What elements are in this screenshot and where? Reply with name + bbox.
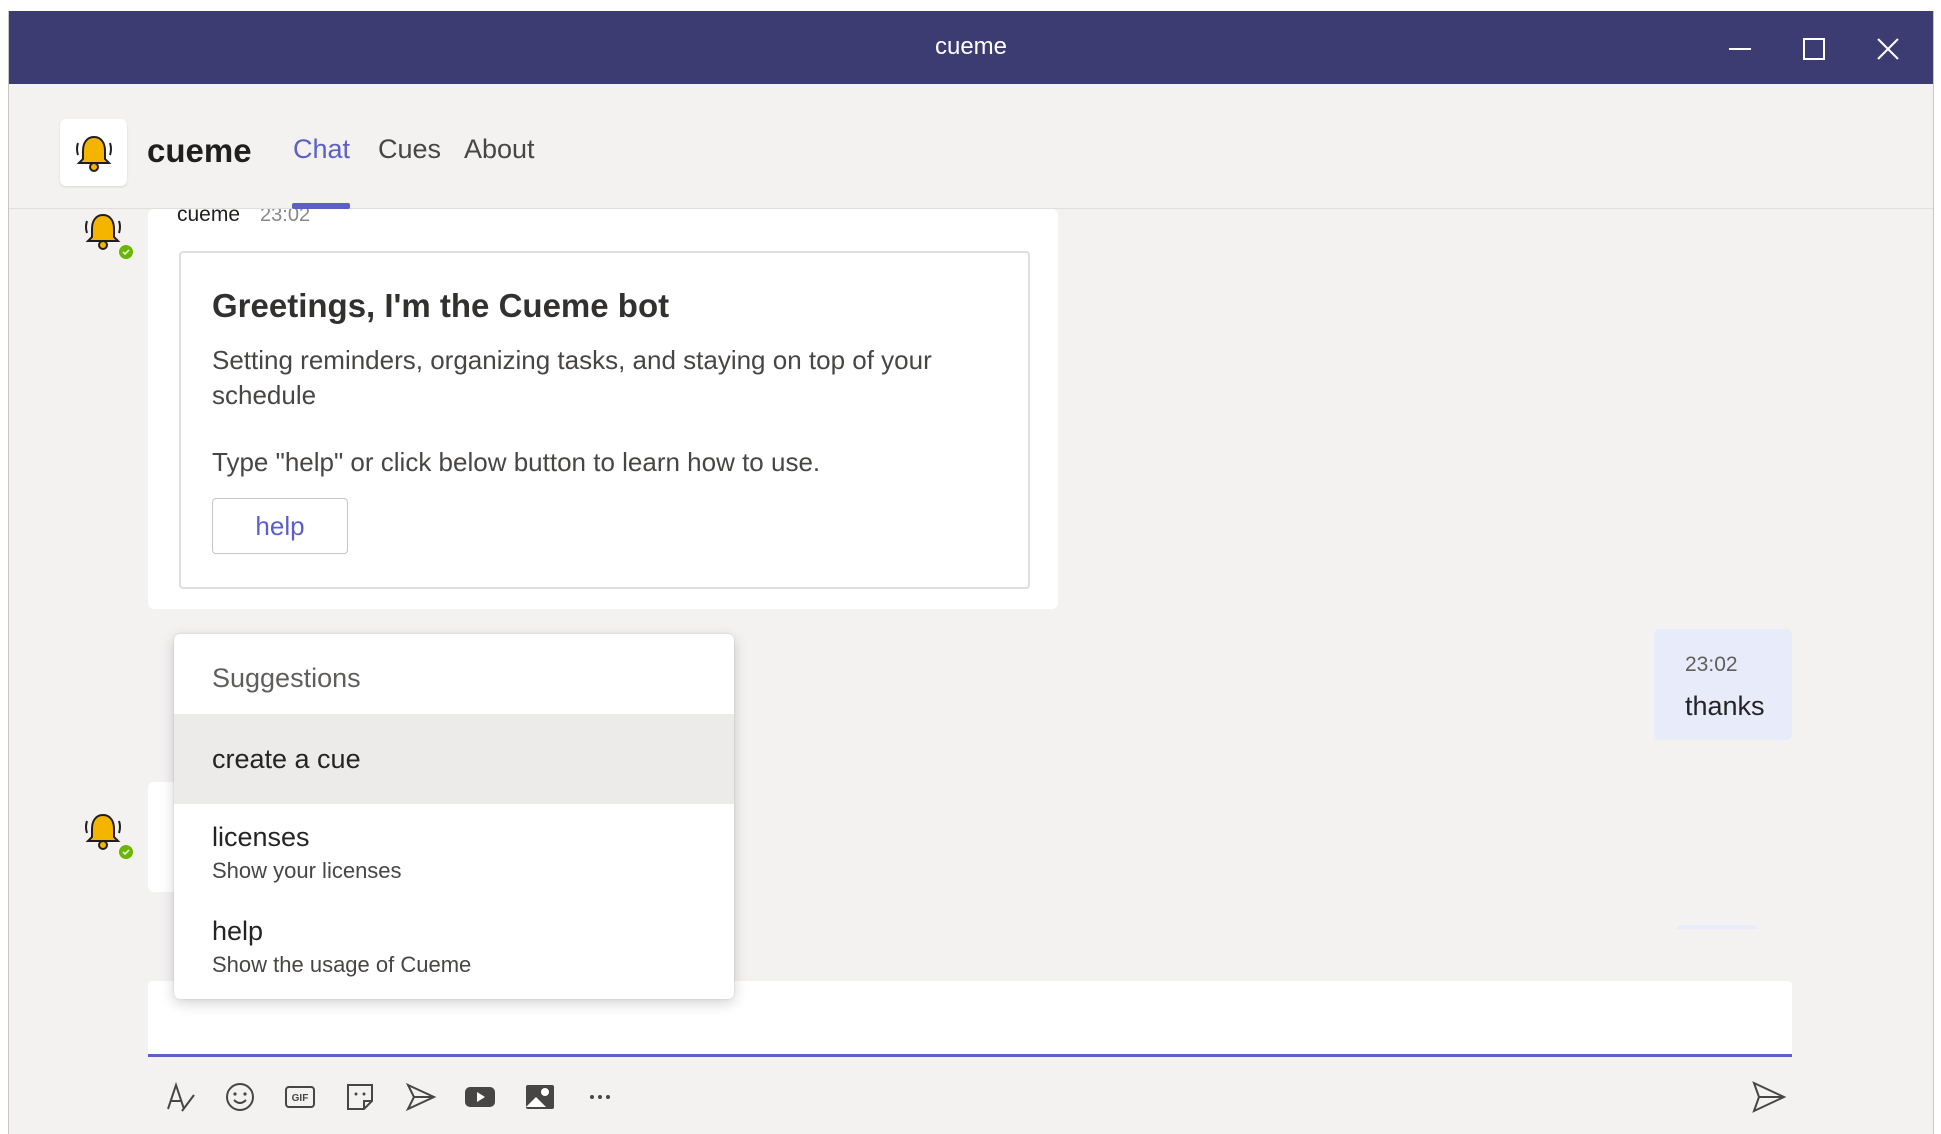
image-icon[interactable] (520, 1077, 560, 1117)
maximize-icon[interactable] (1796, 31, 1832, 67)
sender-name: cueme (177, 209, 241, 226)
svg-text:GIF: GIF (292, 1093, 309, 1104)
card-text: Setting reminders, organizing tasks, and… (212, 345, 932, 410)
format-icon[interactable] (160, 1077, 200, 1117)
gif-icon[interactable]: GIF (280, 1077, 320, 1117)
suggestion-title: create a cue (212, 744, 361, 774)
tab-about[interactable]: About (464, 134, 535, 165)
presence-available-icon (117, 843, 135, 861)
suggestion-title: licenses (212, 822, 310, 852)
sticker-icon[interactable] (340, 1077, 380, 1117)
card-instruction: Type "help" or click below button to lea… (212, 447, 821, 477)
message-time: 23:02 (1685, 653, 1738, 676)
suggestions-popup: Suggestions create a cue licenses Show y… (174, 634, 734, 999)
close-icon[interactable] (1870, 31, 1906, 67)
minimize-icon[interactable] (1722, 31, 1758, 67)
suggestions-header: Suggestions (212, 663, 361, 693)
tab-cues[interactable]: Cues (378, 134, 441, 165)
message-time: 23:02 (260, 209, 311, 226)
app-window: cueme cueme Chat Cues About Greetings, I… (8, 11, 1934, 1134)
emoji-icon[interactable] (220, 1077, 260, 1117)
app-header: cueme Chat Cues About (9, 84, 1933, 209)
bot-message: Greetings, I'm the Cueme bot Setting rem… (148, 209, 1058, 609)
video-icon[interactable] (460, 1077, 500, 1117)
suggestion-licenses[interactable]: licenses Show your licenses (174, 804, 734, 898)
message-text: thanks (1685, 691, 1765, 721)
praise-icon[interactable] (400, 1077, 440, 1117)
message-meta: cueme 23:02 (177, 209, 310, 227)
suggestion-subtitle: Show your licenses (212, 858, 402, 883)
suggestion-create-a-cue[interactable]: create a cue (174, 714, 734, 804)
suggestion-help[interactable]: help Show the usage of Cueme (174, 898, 734, 992)
bot-avatar[interactable] (81, 209, 135, 261)
bot-avatar[interactable] (81, 809, 135, 861)
suggestion-subtitle: Show the usage of Cueme (212, 952, 472, 977)
card-title: Greetings, I'm the Cueme bot (212, 287, 670, 324)
more-options-icon[interactable] (580, 1077, 620, 1117)
presence-available-icon (117, 243, 135, 261)
help-button[interactable]: help (212, 498, 348, 554)
send-icon[interactable] (1746, 1075, 1790, 1119)
app-logo (60, 119, 127, 186)
user-message (1676, 925, 1758, 929)
user-message: 23:02 thanks (1654, 629, 1792, 740)
tab-chat[interactable]: Chat (293, 134, 350, 165)
app-name: cueme (147, 132, 252, 169)
title-bar: cueme (9, 11, 1933, 84)
adaptive-card: Greetings, I'm the Cueme bot Setting rem… (179, 251, 1030, 589)
suggestion-title: help (212, 916, 264, 946)
bell-icon (75, 135, 112, 172)
window-title: cueme (934, 33, 1008, 60)
